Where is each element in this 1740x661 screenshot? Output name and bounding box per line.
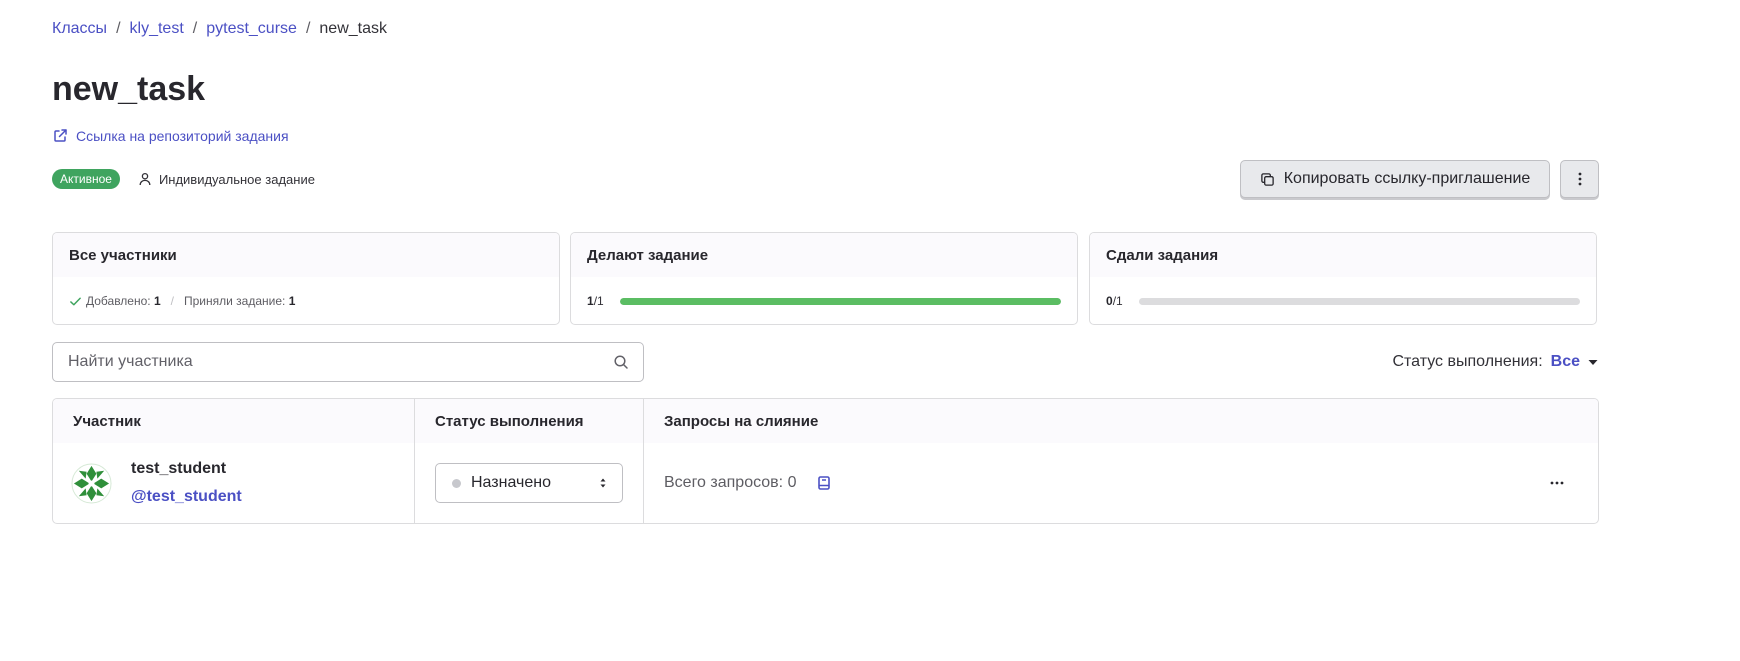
user-handle-link[interactable]: @test_student [131,486,242,508]
progress-bar [1139,297,1580,305]
copy-invite-link-button[interactable]: Копировать ссылку-приглашение [1240,160,1550,198]
copy-invite-link-label: Копировать ссылку-приглашение [1283,170,1531,187]
user-name: test_student [131,460,227,477]
user-info: test_student @test_student [131,458,242,508]
search-input[interactable] [68,353,613,371]
progress-count: 0/1 [1106,294,1123,308]
merge-requests-total: Всего запросов: 0 [664,474,797,491]
doing-task-card: Делают задание 1/1 [570,232,1078,325]
book-icon[interactable] [816,475,832,491]
accepted-count: 1 [288,294,296,308]
repository-link[interactable]: Ссылка на репозиторий задания [52,126,289,146]
status-cell: Назначено [415,443,644,523]
column-header-status: Статус выполнения [415,399,644,443]
check-icon [70,297,81,305]
added-count: 1 [153,294,161,308]
repository-link-label: Ссылка на репозиторий задания [76,128,289,144]
page: Классы / kly_test / pytest_curse / new_t… [0,0,1740,661]
task-type: Индивидуальное задание [138,172,315,187]
row-more-actions-button[interactable] [1548,474,1566,492]
status-select-value: Назначено [471,474,551,491]
user-icon [139,172,151,186]
status-filter-dropdown[interactable]: Все [1551,351,1580,373]
column-header-participant: Участник [53,399,415,443]
added-label: Добавлено: [86,294,151,308]
card-title: Сдали задания [1090,233,1596,277]
search-icon [614,355,628,369]
table-header: Участник Статус выполнения Запросы на сл… [53,399,1598,443]
participants-table: Участник Статус выполнения Запросы на сл… [52,398,1599,524]
table-row: test_student @test_student Назначено Все… [53,443,1598,523]
card-title: Все участники [53,233,559,277]
breadcrumb-separator: / [305,20,311,37]
participant-cell: test_student @test_student [53,443,415,523]
breadcrumb-current: new_task [319,20,387,37]
task-type-label: Индивидуальное задание [158,171,315,187]
vertical-ellipsis-icon [1578,172,1581,186]
breadcrumb-link-classroom[interactable]: kly_test [130,18,184,40]
breadcrumb-separator: / [192,20,198,37]
copy-icon [1260,172,1274,186]
progress-count: 1/1 [587,294,604,308]
progress-bar [620,297,1061,305]
breadcrumb-link-course[interactable]: pytest_curse [206,18,297,40]
accepted-label: Приняли задание: [184,294,286,308]
avatar [71,462,112,504]
status-filter-label: Статус выполнения: [1392,353,1543,370]
all-participants-card: Все участники Добавлено: 1 / Приняли зад… [52,232,560,325]
divider: / [170,294,174,308]
column-header-merge-requests: Запросы на слияние [664,412,819,430]
card-title: Делают задание [571,233,1077,277]
caret-down-icon[interactable] [1587,356,1599,368]
status-select[interactable]: Назначено [435,463,623,503]
submitted-card: Сдали задания 0/1 [1089,232,1597,325]
merge-requests-cell: Всего запросов: 0 [644,443,1598,523]
horizontal-ellipsis-icon [1550,481,1564,485]
progress-fill [620,297,1061,305]
status-badge: Активное [52,169,120,189]
sort-arrows-icon [600,478,606,488]
search-box [52,342,644,382]
status-filter: Статус выполнения: Все [1392,351,1599,373]
page-title: new_task [52,70,206,108]
breadcrumb-separator: / [116,20,121,37]
external-link-icon [54,129,67,142]
breadcrumb-link-classes[interactable]: Классы [52,18,107,40]
status-dot-icon [452,478,461,488]
assignment-meta: Активное Индивидуальное задание [52,169,315,189]
more-actions-button[interactable] [1560,160,1599,198]
breadcrumb: Классы / kly_test / pytest_curse / new_t… [52,18,387,40]
